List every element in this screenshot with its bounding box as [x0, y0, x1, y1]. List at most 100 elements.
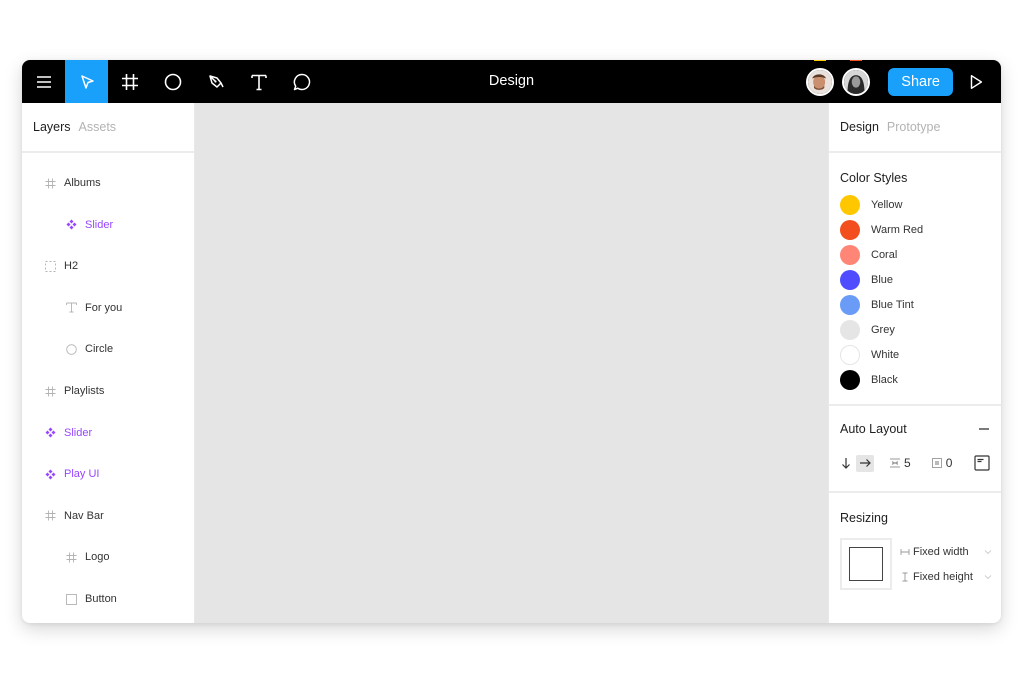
layer-item[interactable]: Playlists [43, 381, 203, 401]
toolbar: Design Share [22, 60, 1001, 103]
direction-vertical-button[interactable] [840, 453, 852, 473]
pen-nib-icon [208, 74, 224, 88]
layer-item[interactable]: H2 [43, 256, 203, 276]
spacing-value: 5 [904, 456, 911, 470]
fixed-width-icon [900, 549, 910, 555]
width-resizing-dropdown[interactable]: Fixed width [900, 544, 992, 560]
padding-field[interactable]: 0 [931, 456, 953, 470]
color-style-label: Blue Tint [871, 298, 914, 311]
collaborator-avatar-2[interactable] [842, 60, 871, 96]
collaborator-avatar-1[interactable] [806, 60, 835, 96]
person-photo-icon [808, 69, 833, 94]
color-styles-section: Color Styles Yellow Warm Red Coral Blue Blue… [829, 153, 1001, 406]
left-panel-tabs: Layers Assets [22, 103, 194, 153]
color-style-item[interactable]: Coral [840, 242, 990, 267]
height-resizing-label: Fixed height [913, 571, 973, 583]
color-style-label: Blue [871, 273, 894, 286]
canvas[interactable] [195, 103, 828, 623]
ellipse-icon [164, 73, 181, 90]
hamburger-menu-icon [36, 75, 51, 88]
chevron-down-icon [984, 550, 992, 555]
alignment-icon [974, 455, 990, 471]
ellipse-tool-button[interactable] [151, 60, 194, 103]
share-button[interactable]: Share [888, 67, 953, 96]
auto-layout-section: Auto Layout 5 0 [829, 406, 1001, 493]
padding-icon [931, 458, 942, 468]
rectangle-icon [64, 592, 78, 606]
move-tool-button[interactable] [65, 60, 108, 103]
layer-item[interactable]: Play UI [43, 464, 203, 484]
layer-item[interactable]: Slider [43, 423, 203, 443]
spacing-field[interactable]: 5 [889, 456, 911, 470]
layer-label: Logo [85, 551, 110, 564]
app-window: Design Share Layers Assets Albums Slider… [22, 60, 1001, 623]
color-swatch [840, 344, 860, 365]
frame-hash-icon [121, 73, 138, 90]
color-style-label: Warm Red [871, 223, 924, 236]
resizing-section: Resizing Fixed width Fixed height [829, 493, 1001, 623]
group-dashed-icon [43, 259, 57, 273]
resizing-frame [849, 547, 883, 581]
color-style-item[interactable]: Blue Tint [840, 292, 990, 317]
padding-value: 0 [945, 456, 953, 470]
arrow-right-icon [860, 459, 871, 467]
play-triangle-icon [970, 74, 983, 89]
color-style-item[interactable]: Grey [840, 317, 990, 342]
toolbar-right: Share [806, 60, 991, 103]
minus-icon [979, 428, 989, 430]
color-style-item[interactable]: Blue [840, 267, 990, 292]
layer-label: Slider [85, 218, 114, 231]
fixed-height-icon [902, 572, 908, 582]
direction-horizontal-button[interactable] [856, 454, 874, 472]
component-icon [43, 426, 57, 440]
arrow-down-icon [842, 458, 850, 469]
color-style-item[interactable]: Warm Red [840, 217, 990, 242]
comment-bubble-icon [293, 73, 310, 90]
presence-indicator [814, 60, 827, 61]
layer-label: Button [85, 593, 117, 605]
text-t-icon [250, 74, 267, 90]
frame-hash-icon [43, 176, 57, 190]
layer-label: Circle [85, 343, 114, 356]
alignment-button[interactable] [974, 455, 990, 471]
text-t-icon [64, 301, 78, 315]
height-resizing-dropdown[interactable]: Fixed height [900, 569, 992, 585]
section-title: Color Styles [840, 171, 908, 185]
present-button[interactable] [961, 67, 991, 97]
layer-label: Playlists [64, 385, 105, 397]
color-style-label: White [871, 348, 900, 361]
tab-layers[interactable]: Layers [33, 120, 71, 134]
comment-tool-button[interactable] [280, 60, 323, 103]
color-style-label: Yellow [871, 198, 903, 211]
color-swatch [840, 369, 860, 390]
layer-label: For you [85, 301, 123, 314]
tab-design[interactable]: Design [840, 120, 879, 134]
color-style-item[interactable]: Black [840, 367, 990, 392]
pen-tool-button[interactable] [194, 60, 237, 103]
resizing-preview [840, 538, 892, 590]
component-icon [64, 218, 78, 232]
layer-label: Albums [64, 177, 101, 189]
right-panel-tabs: Design Prototype [829, 103, 1001, 153]
layer-item[interactable]: Albums [43, 173, 203, 193]
color-style-item[interactable]: Yellow [840, 192, 990, 217]
text-tool-button[interactable] [237, 60, 280, 103]
tab-prototype[interactable]: Prototype [887, 120, 941, 134]
presence-indicator [850, 60, 863, 61]
width-resizing-label: Fixed width [913, 546, 969, 558]
color-style-label: Black [871, 373, 898, 386]
layer-label: Play UI [64, 468, 100, 481]
chevron-down-icon [984, 575, 992, 580]
color-swatch [840, 219, 860, 240]
frame-hash-icon [43, 509, 57, 523]
avatar [842, 67, 871, 96]
remove-auto-layout-button[interactable] [978, 423, 990, 435]
color-style-item[interactable]: White [840, 342, 990, 367]
frame-tool-button[interactable] [108, 60, 151, 103]
layer-item[interactable]: Nav Bar [43, 506, 203, 526]
tab-assets[interactable]: Assets [79, 120, 117, 134]
menu-button[interactable] [22, 60, 65, 103]
ellipse-icon [64, 342, 78, 356]
section-title: Resizing [840, 511, 888, 525]
layer-label: Slider [64, 426, 93, 439]
